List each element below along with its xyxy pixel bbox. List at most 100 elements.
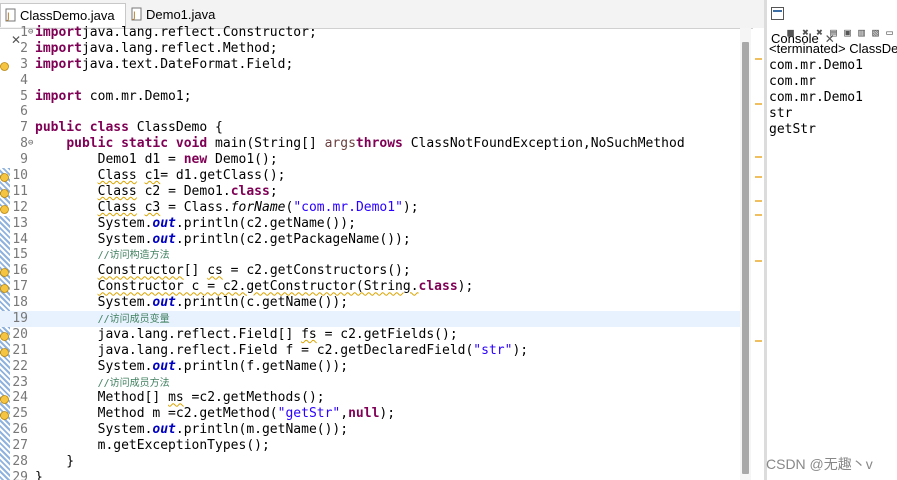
code-text: import com.mr.Demo1; <box>35 88 192 104</box>
console-line: str <box>769 105 793 121</box>
tab-classdemo-java[interactable]: J ClassDemo.java✕ <box>0 3 126 47</box>
line-number: 3 <box>20 56 28 72</box>
console-output[interactable]: com.mr.Demo1 com.mr com.mr.Demo1 str get… <box>769 58 863 137</box>
code-text: Class c2 = Demo1.class; <box>97 183 278 199</box>
clear-console-icon[interactable]: ▤ <box>828 27 839 38</box>
code-line[interactable]: 10 Class c1= d1.getClass(); <box>0 168 740 184</box>
code-text: System.out.println(m.getName()); <box>35 422 349 438</box>
code-area[interactable]: 1 ⊖ importjava.lang.reflect.Constructor; 2 i… <box>0 25 740 480</box>
remove-all-icon[interactable]: ✖ <box>814 27 825 38</box>
line-number: 20 <box>12 326 28 342</box>
line-number: 10 <box>12 168 28 184</box>
line-number: 17 <box>12 279 28 295</box>
code-line[interactable]: 20 java.lang.reflect.Field[] fs = c2.get… <box>0 327 740 343</box>
code-line[interactable]: 29} <box>0 470 740 480</box>
display-console-icon[interactable]: ▭ <box>884 27 895 38</box>
code-line[interactable]: 8 ⊖ public static void main(String[] args… <box>0 136 740 152</box>
code-text: Class c3 = Class.forName("com.mr.Demo1")… <box>97 199 419 215</box>
code-line[interactable]: 28 } <box>0 454 740 470</box>
code-line[interactable]: 27 m.getExceptionTypes(); <box>0 438 740 454</box>
code-text: //访问构造方法 <box>97 250 170 262</box>
warning-icon[interactable] <box>0 393 9 405</box>
code-line[interactable]: 21 java.lang.reflect.Field f = c2.getDec… <box>0 343 740 359</box>
console-icon <box>771 7 784 20</box>
code-line[interactable]: 7 public class ClassDemo { <box>0 120 740 136</box>
code-line[interactable]: 23 //访问成员方法 <box>0 375 740 391</box>
warning-icon[interactable] <box>0 409 9 421</box>
code-text: Method[] ms =c2.getMethods(); <box>35 390 325 406</box>
code-line[interactable]: 14 System.out.println(c2.getPackageName(… <box>0 232 740 248</box>
code-line[interactable]: 5 import com.mr.Demo1; <box>0 89 740 105</box>
code-text: java.lang.reflect.Field[] fs = c2.getFie… <box>35 326 458 342</box>
scrollbar-thumb[interactable] <box>742 42 749 474</box>
scroll-lock-icon[interactable]: ▣ <box>842 27 853 38</box>
code-line[interactable]: 12 Class c3 = Class.forName("com.mr.Demo… <box>0 200 740 216</box>
code-line[interactable]: 2 importjava.lang.reflect.Method; <box>0 41 740 57</box>
code-text: System.out.println(c2.getName()); <box>35 215 356 231</box>
terminate-icon[interactable]: ■ <box>785 27 796 38</box>
code-line[interactable]: 16 Constructor[] cs = c2.getConstructors… <box>0 263 740 279</box>
warning-icon[interactable] <box>0 330 9 341</box>
code-text: Class c1= d1.getClass(); <box>97 168 286 184</box>
line-number: 4 <box>20 72 28 88</box>
line-number: 22 <box>12 358 28 374</box>
word-wrap-icon[interactable]: ▥ <box>856 27 867 38</box>
code-line[interactable]: 26 System.out.println(m.getName()); <box>0 422 740 438</box>
code-line[interactable]: 19 //访问成员变量 <box>0 311 740 327</box>
code-line[interactable]: 17 Constructor c = c2.getConstructor(Str… <box>0 279 740 295</box>
code-line[interactable]: 22 System.out.println(f.getName()); <box>0 359 740 375</box>
code-line[interactable]: 18 System.out.println(c.getName()); <box>0 295 740 311</box>
warning-icon[interactable] <box>0 187 9 198</box>
code-line[interactable]: 13 System.out.println(c2.getName()); <box>0 216 740 232</box>
pin-console-icon[interactable]: ▧ <box>870 27 881 38</box>
line-number: 15 <box>12 247 28 263</box>
line-number: 18 <box>12 295 28 311</box>
line-number: 11 <box>12 183 28 199</box>
tab-label: Demo1.java <box>146 7 216 22</box>
line-number: 25 <box>12 406 28 422</box>
tab-console[interactable]: Console ✕ <box>767 3 849 46</box>
code-text: //访问成员方法 <box>97 377 170 389</box>
overview-ruler <box>753 28 764 480</box>
code-line[interactable]: 9 Demo1 d1 = new Demo1(); <box>0 152 740 168</box>
svg-text:J: J <box>132 11 136 21</box>
line-number: 8 <box>20 136 28 152</box>
line-number: 24 <box>12 390 28 406</box>
tab-demo1-java[interactable]: J Demo1.java <box>127 3 227 27</box>
console-line: com.mr.Demo1 <box>769 89 863 105</box>
code-line[interactable]: 11 Class c2 = Demo1.class; <box>0 184 740 200</box>
code-line[interactable]: 3 importjava.text.DateFormat.Field; <box>0 57 740 73</box>
code-line[interactable]: 25 Method m =c2.getMethod("getStr",null)… <box>0 406 740 422</box>
line-number: 9 <box>20 152 28 168</box>
warning-icon[interactable] <box>0 346 9 357</box>
code-line[interactable]: 15 //访问构造方法 <box>0 247 740 263</box>
console-line: com.mr <box>769 73 816 89</box>
code-line[interactable]: 6 <box>0 104 740 120</box>
code-text: importjava.text.DateFormat.Field; <box>35 56 294 72</box>
console-view: Console ✕ ■ ✖ ✖ ▤ ▣ ▥ ▧ ▭ <terminated> Cl… <box>767 0 897 480</box>
code-text: java.lang.reflect.Field f = c2.getDeclar… <box>35 342 529 358</box>
warning-icon[interactable] <box>0 266 9 278</box>
line-number: 16 <box>12 263 28 279</box>
fold-toggle-icon[interactable]: ⊖ <box>28 136 33 152</box>
line-number: 28 <box>12 454 28 470</box>
warning-icon[interactable] <box>0 60 9 71</box>
code-line[interactable]: 24 Method[] ms =c2.getMethods(); <box>0 390 740 406</box>
warning-icon[interactable] <box>0 171 9 182</box>
remove-launch-icon[interactable]: ✖ <box>800 27 811 38</box>
line-number: 23 <box>12 374 28 390</box>
warning-icon[interactable] <box>0 282 9 294</box>
line-number: 27 <box>12 438 28 454</box>
vertical-scrollbar[interactable] <box>740 28 751 480</box>
code-line[interactable]: 1 ⊖ importjava.lang.reflect.Constructor; <box>0 25 740 41</box>
code-line[interactable]: 4 <box>0 73 740 89</box>
warning-icon[interactable] <box>0 203 9 214</box>
code-text: m.getExceptionTypes(); <box>35 438 270 454</box>
fold-toggle-icon[interactable]: ⊖ <box>28 25 33 41</box>
line-number: 6 <box>20 104 28 120</box>
code-editor[interactable]: J ClassDemo.java✕ J Demo1.java 1 ⊖ importjav… <box>0 0 764 480</box>
line-number: 12 <box>12 199 28 215</box>
line-number: 13 <box>12 215 28 231</box>
code-text: } <box>35 454 75 470</box>
code-text: public static void main(String[] argsthr… <box>66 136 685 152</box>
